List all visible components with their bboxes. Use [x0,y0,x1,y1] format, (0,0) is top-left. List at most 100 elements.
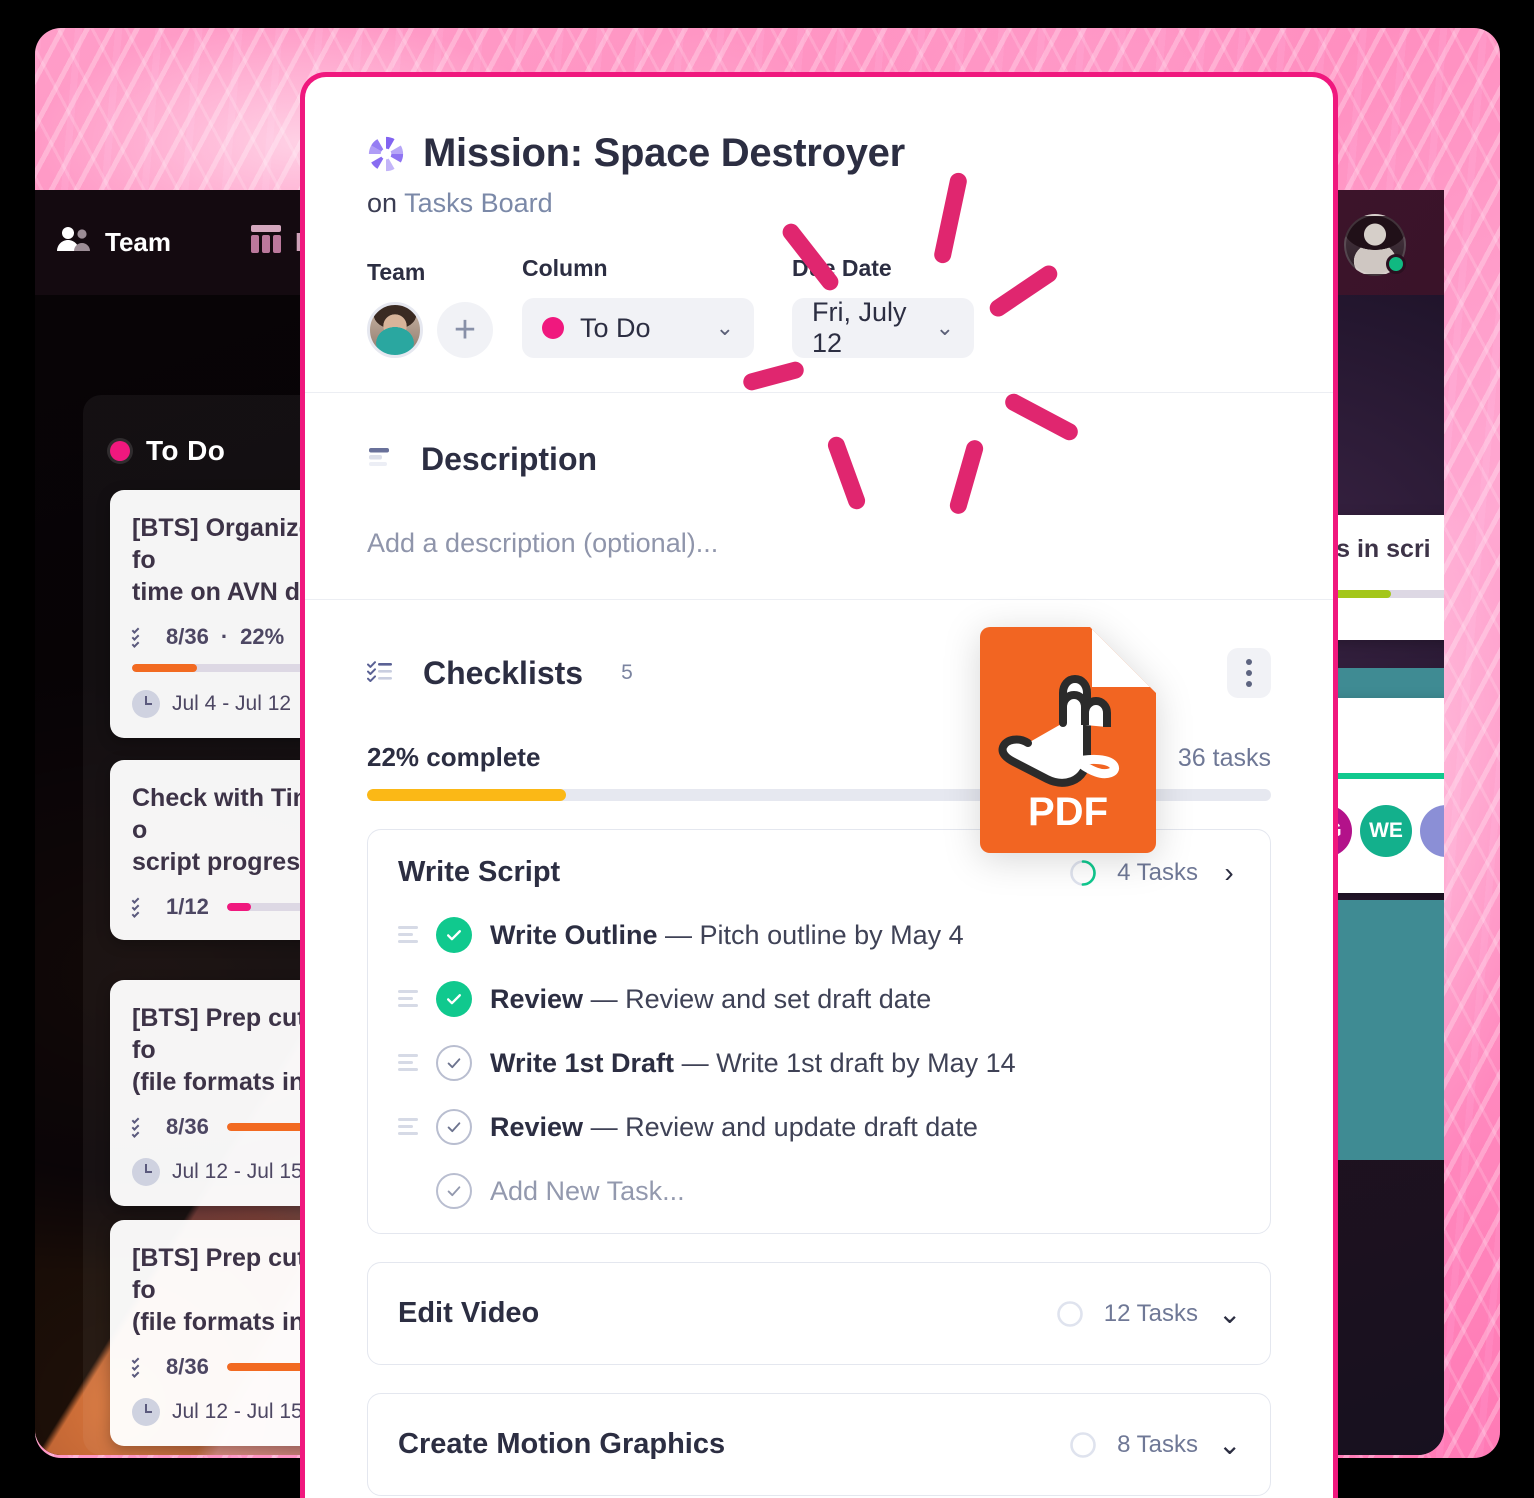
team-field: Team + [367,259,522,358]
checklists-tasks-label: 36 tasks [1177,744,1271,772]
nav-team[interactable]: Team [57,226,171,259]
drag-handle-icon[interactable] [398,1054,418,1072]
board-card-percent: 22% [240,624,285,649]
due-date-field: Due Date Fri, July 12 ⌄ [792,255,974,358]
checklist-task-detail: Write 1st draft by May 14 [716,1047,1016,1078]
checklist-task-dash: — [590,1111,618,1142]
status-badge [1386,254,1406,274]
breadcrumb-board-link[interactable]: Tasks Board [404,188,553,218]
task-detail-modal: Mission: Space Destroyer on Tasks Board … [300,72,1338,1498]
pdf-label: PDF [1028,790,1108,834]
progress-ring-icon [1069,859,1097,887]
breadcrumb: on Tasks Board [367,188,1271,219]
checklist-icon [131,1116,154,1138]
page-title: Mission: Space Destroyer [423,131,905,175]
board-card-date-text: Jul 12 - Jul 15 [172,1160,303,1183]
checklists-title: Checklists [423,654,584,691]
add-task-label: Add New Task... [490,1175,685,1206]
checklist-task-name: Review [490,1111,584,1142]
avatar[interactable] [1344,214,1406,276]
column-select[interactable]: To Do ⌄ [522,298,754,358]
breadcrumb-prefix: on [367,188,398,218]
checkbox-unchecked-icon[interactable] [436,1109,472,1145]
clock-icon [132,1158,160,1186]
checklist-task[interactable]: Review — Review and update draft date [398,1109,1240,1145]
checklist-task-name: Write Outline [490,919,658,950]
description-section: Description Add a description (optional)… [305,393,1333,599]
board-card-checklist: 8/36 [166,624,209,649]
checklist-task[interactable]: Write 1st Draft — Write 1st draft by May… [398,1045,1240,1081]
chevron-down-icon[interactable]: ⌄ [1218,1428,1241,1461]
modal-field-row: Team + Column To Do ⌄ Due Date Fri, July… [367,255,1271,392]
checkbox-checked-icon[interactable] [436,917,472,953]
checklist-group-title: Create Motion Graphics [398,1428,726,1460]
chevron-down-icon[interactable]: ⌄ [1218,1297,1241,1330]
board-card-sep: · [220,624,229,649]
checklist-icon [131,1356,154,1378]
description-input[interactable]: Add a description (optional)... [367,528,1271,559]
pdf-file-icon[interactable]: PDF [970,625,1166,855]
checklist-task-detail: Review and update draft date [625,1111,978,1142]
screenshot-stage: Team P To Do [BTS] Organize fotime on AV… [0,0,1534,1498]
avatar[interactable] [1420,805,1444,857]
clock-icon [132,690,160,718]
checklists-progress-label: 22% complete [367,742,541,772]
description-lines-icon [367,447,391,472]
column-title: To Do [146,435,226,466]
add-task-row[interactable]: Add New Task... [398,1173,1240,1209]
avatar[interactable] [367,302,423,358]
nav-team-label: Team [105,227,171,257]
due-date-value: Fri, July 12 [812,297,907,358]
team-field-label: Team [367,259,426,285]
column-field: Column To Do ⌄ [522,255,792,358]
checklist-task-dash: — [681,1047,709,1078]
clock-icon [132,1398,160,1426]
checklist-group-task-count: 8 Tasks [1117,1430,1198,1458]
checklist-icon [131,896,154,918]
checklist-group-task-count: 4 Tasks [1117,858,1198,886]
checklist-task[interactable]: Review — Review and set draft date [398,981,1240,1017]
checklist-task-dash: — [590,983,618,1014]
checklists-section: Checklists 5 22% complete 36 tasks Write… [305,600,1333,1498]
checkbox-unchecked-icon[interactable] [436,1173,472,1209]
checklist-group[interactable]: Create Motion Graphics 8 Tasks ⌄ [367,1393,1271,1496]
progress-ring-icon [1069,1431,1097,1459]
checklist-icon [131,626,154,648]
checklists-menu-button[interactable] [1227,648,1271,698]
add-member-button[interactable]: + [437,302,493,358]
checklists-progress-fill [367,789,566,801]
checklist-group-title: Edit Video [398,1297,540,1329]
column-status-dot [542,317,564,339]
chevron-down-icon: ⌄ [935,315,954,340]
column-select-value: To Do [580,312,651,343]
due-date-field-label: Due Date [792,255,892,281]
column-status-dot [110,441,130,461]
description-title: Description [421,441,598,477]
checklist-task-dash: — [665,919,693,950]
checklists-count: 5 [621,661,633,684]
drag-handle-icon[interactable] [398,990,418,1008]
board-card-checklist: 8/36 [166,1114,209,1139]
checklist-group[interactable]: Edit Video 12 Tasks ⌄ [367,1262,1271,1365]
board-columns-icon [251,225,281,260]
checkbox-checked-icon[interactable] [436,981,472,1017]
board-card-date-text: Jul 4 - Jul 12 [172,692,292,715]
people-icon [57,226,91,259]
avatar[interactable]: WE [1360,805,1412,857]
board-card-checklist: 8/36 [166,1354,209,1379]
checklist-group: Write Script 4 Tasks › Write Outline — P… [367,829,1271,1234]
due-date-select[interactable]: Fri, July 12 ⌄ [792,297,974,358]
board-card-checklist: 1/12 [166,894,209,919]
checklist-task-name: Write 1st Draft [490,1047,675,1078]
checklist-task-detail: Pitch outline by May 4 [699,919,964,950]
drag-handle-icon[interactable] [398,1118,418,1136]
checklist-task-detail: Review and set draft date [625,983,932,1014]
modal-header: Mission: Space Destroyer on Tasks Board … [305,77,1333,392]
aperture-icon [367,135,405,173]
checklist-task[interactable]: Write Outline — Pitch outline by May 4 [398,917,1240,953]
checkbox-unchecked-icon[interactable] [436,1045,472,1081]
checklist-group-title[interactable]: Write Script [398,856,560,889]
drag-handle-icon[interactable] [398,926,418,944]
chevron-right-icon[interactable]: › [1218,857,1240,889]
checklist-task-name: Review [490,983,584,1014]
